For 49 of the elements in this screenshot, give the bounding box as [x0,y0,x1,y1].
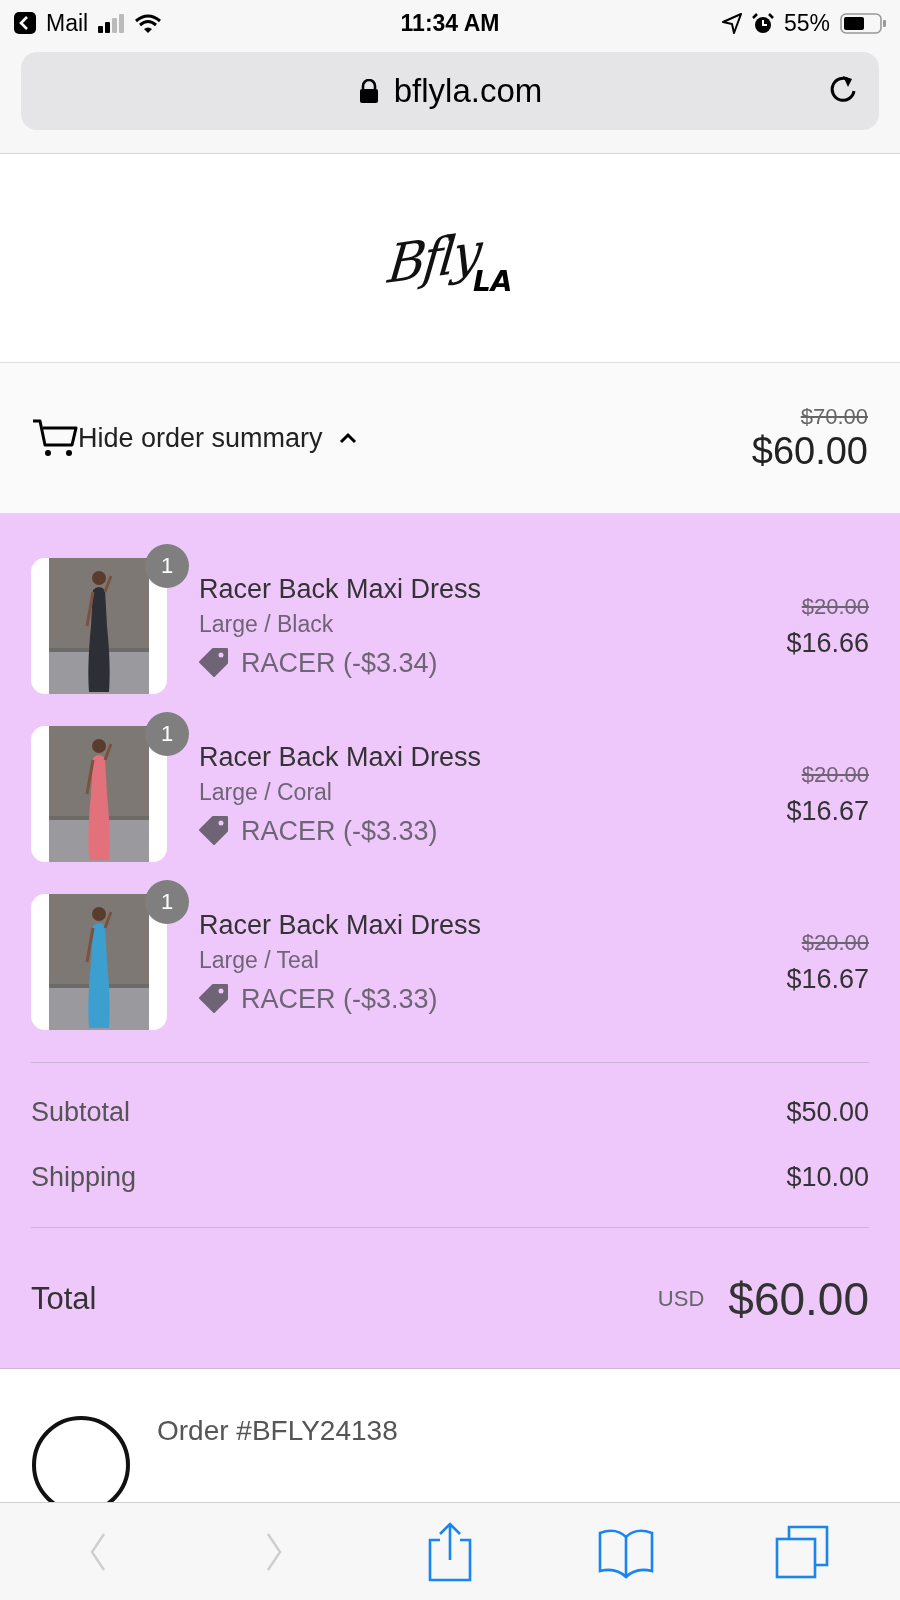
summary-label: Shipping [31,1162,137,1193]
product-variant: Large / Black [199,610,335,638]
cart-icon [32,418,78,458]
total-label: Total [31,1281,98,1317]
tag-icon [199,984,229,1014]
product-variant: Large / Teal [199,946,320,974]
original-total-price: $70.00 [799,403,868,430]
url-text: bflyla.com [393,72,543,110]
quantity-badge: 1 [145,880,189,924]
product-variant: Large / Coral [199,778,333,806]
discount-code: RACER (-$3.33) [241,983,438,1015]
total-price: $60.00 [751,429,868,473]
order-number: Order #BFLY24138 [157,1415,398,1447]
discount-code: RACER (-$3.34) [241,647,438,679]
tag-icon [199,648,229,678]
battery-percentage: 55% [783,9,830,37]
discounted-price: $16.67 [786,795,869,827]
signal-icon [98,13,125,33]
original-price: $20.00 [800,929,869,956]
lock-icon [357,79,380,103]
discount-code: RACER (-$3.33) [241,815,438,847]
original-price: $20.00 [800,761,869,788]
quantity-badge: 1 [145,712,189,756]
product-title: Racer Back Maxi Dress [199,909,483,941]
chevron-up-icon [338,431,357,445]
wifi-icon [134,12,163,34]
back-to-app-link[interactable]: Mail [46,9,89,37]
summary-value: $10.00 [786,1162,869,1193]
hide-order-summary-toggle[interactable]: Hide order summary [78,422,357,454]
tag-icon [199,816,229,846]
tabs-icon[interactable] [775,1524,829,1579]
share-icon[interactable] [428,1521,472,1582]
product-title: Racer Back Maxi Dress [199,741,483,773]
summary-label: Subtotal [31,1097,131,1128]
currency-code: USD [657,1286,705,1312]
location-arrow-icon [721,12,742,34]
brand-logo[interactable]: Bfly LA [381,222,519,294]
product-title: Racer Back Maxi Dress [199,573,483,605]
clock: 11:34 AM [400,9,500,37]
battery-icon [840,12,886,34]
discounted-price: $16.67 [786,963,869,995]
alarm-clock-icon [751,12,774,34]
back-icon[interactable] [14,12,36,34]
grand-total: $60.00 [728,1272,869,1326]
address-bar[interactable]: bflyla.com [21,52,879,130]
quantity-badge: 1 [145,544,189,588]
summary-value: $50.00 [786,1097,869,1128]
original-price: $20.00 [800,593,869,620]
discounted-price: $16.66 [786,627,869,659]
